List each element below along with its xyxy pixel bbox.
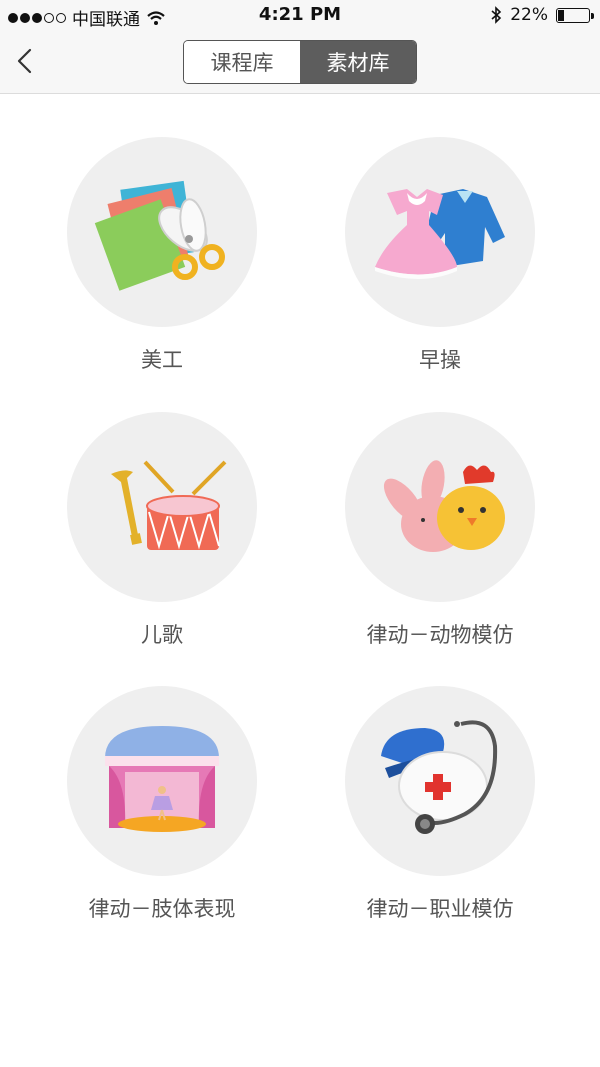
grid-item-label: 儿歌 [141,623,183,647]
bluetooth-icon [491,6,502,24]
grid-item-art[interactable]: 美工 [12,137,312,374]
grid-item-label: 早操 [419,348,461,372]
grid-item-rhythm-profession[interactable]: 律动－职业模仿 [290,686,590,923]
grid-item-rhythm-animal[interactable]: 律动－动物模仿 [290,412,590,649]
battery-icon [556,7,594,23]
nav-bar: 课程库 素材库 [0,30,600,94]
stage-dancer-icon [67,686,257,876]
library-segmented-control: 课程库 素材库 [183,40,417,84]
grid-item-label: 律动－职业模仿 [366,897,514,921]
grid-item-rhythm-body[interactable]: 律动－肢体表现 [12,686,312,923]
status-right: 22% [490,5,594,25]
grid-item-label: 律动－肢体表现 [88,897,236,921]
grid-item-label: 美工 [141,348,183,372]
rabbit-chick-icon [345,412,535,602]
grid-item-morning-exercise[interactable]: 早操 [290,137,590,374]
art-paper-scissors-icon [67,137,257,327]
clothes-icon [345,137,535,327]
grid-item-childrens-songs[interactable]: 儿歌 [12,412,312,649]
tab-course-library[interactable]: 课程库 [184,41,300,83]
tab-material-library[interactable]: 素材库 [300,41,416,83]
trumpet-drum-icon [67,412,257,602]
grid-item-label: 律动－动物模仿 [366,623,514,647]
chevron-left-icon[interactable] [12,44,42,78]
doctor-kit-icon [345,686,535,876]
battery-percent: 22% [510,5,548,25]
status-bar: 中国联通 4:21 PM 22% [0,0,600,30]
